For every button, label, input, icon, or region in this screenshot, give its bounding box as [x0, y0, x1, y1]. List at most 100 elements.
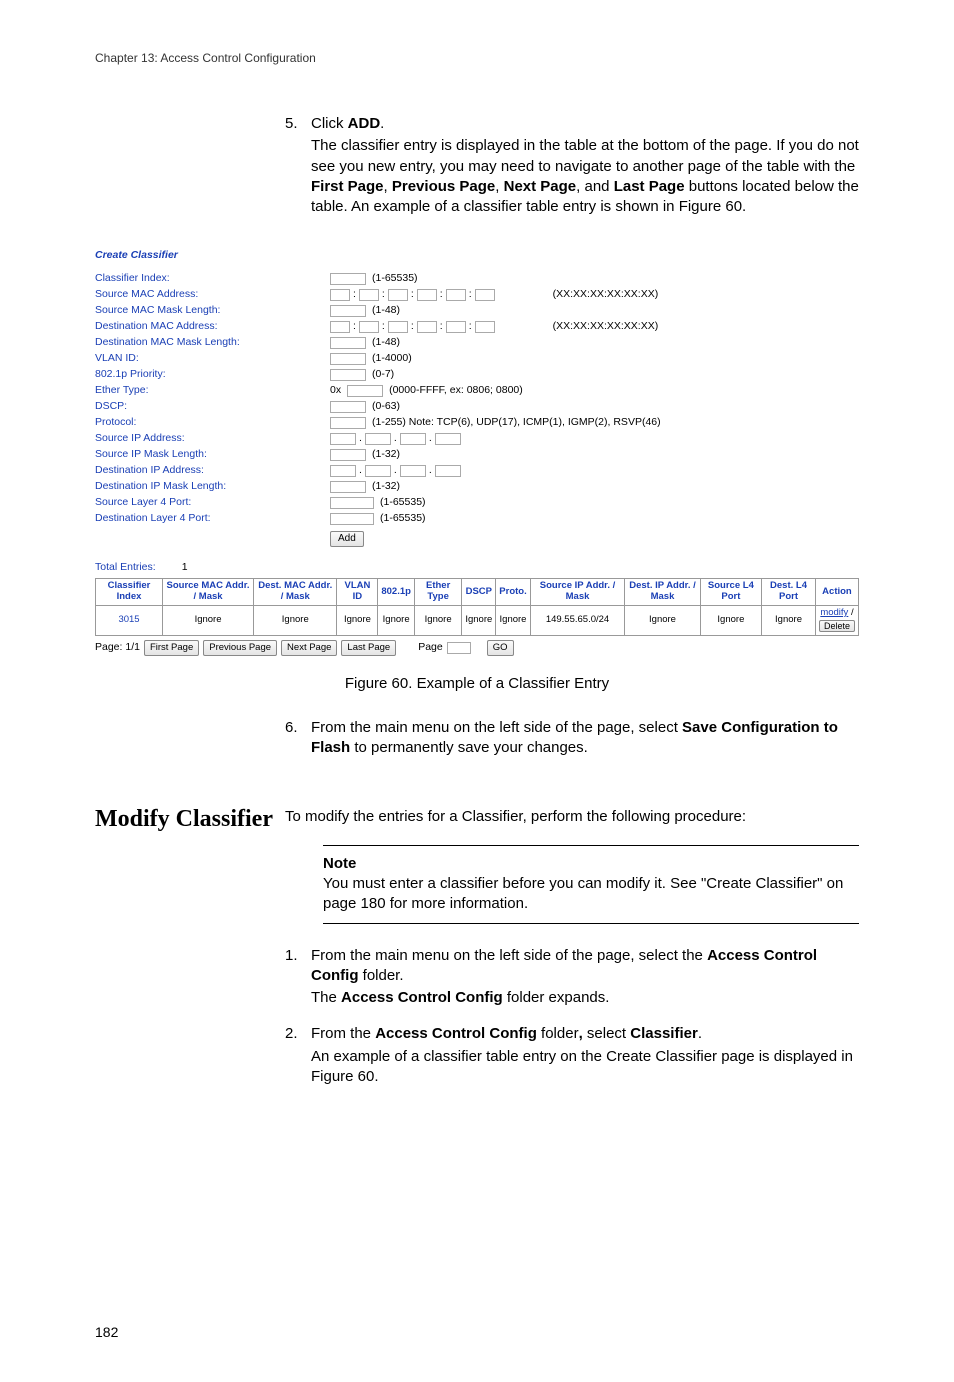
- pager: Page: 1/1 First Page Previous Page Next …: [95, 640, 859, 656]
- input-8021p[interactable]: [330, 369, 366, 381]
- previous-page-button[interactable]: Previous Page: [203, 640, 277, 656]
- input-dip-3[interactable]: [400, 465, 426, 477]
- input-dmac-4[interactable]: [417, 321, 437, 333]
- th-8021p: 802.1p: [378, 579, 415, 606]
- input-dip-mask[interactable]: [330, 481, 366, 493]
- add-bold: ADD: [348, 115, 381, 132]
- label-dip-mask-len: Destination IP Mask Length:: [95, 480, 330, 493]
- input-smac-2[interactable]: [359, 289, 379, 301]
- input-dip-2[interactable]: [365, 465, 391, 477]
- first-page-bold: First Page: [311, 178, 384, 195]
- hint: (1-4000): [372, 352, 412, 365]
- hint: (1-32): [372, 480, 400, 493]
- text: ,: [384, 178, 392, 195]
- hint: (1-65535): [380, 496, 426, 509]
- last-page-bold: Last Page: [614, 178, 685, 195]
- input-dip-1[interactable]: [330, 465, 356, 477]
- label-dest-mac: Destination MAC Address:: [95, 320, 330, 333]
- hint: (XX:XX:XX:XX:XX:XX): [553, 320, 659, 333]
- input-smac-6[interactable]: [475, 289, 495, 301]
- input-dip-4[interactable]: [435, 465, 461, 477]
- th-classifier-index: Classifier Index: [96, 579, 163, 606]
- text: An example of a classifier table entry o…: [311, 1047, 859, 1088]
- input-smac-5[interactable]: [446, 289, 466, 301]
- table-header-row: Classifier Index Source MAC Addr. / Mask…: [96, 579, 859, 606]
- text: to permanently save your changes.: [350, 739, 588, 756]
- hint: (1-255) Note: TCP(6), UDP(17), ICMP(1), …: [372, 416, 661, 429]
- step-number: 6.: [285, 718, 311, 761]
- input-protocol[interactable]: [330, 417, 366, 429]
- hint: (XX:XX:XX:XX:XX:XX): [553, 288, 659, 301]
- label-vlan-id: VLAN ID:: [95, 352, 330, 365]
- input-dmac-1[interactable]: [330, 321, 350, 333]
- step-5: 5. Click ADD. The classifier entry is di…: [285, 114, 859, 219]
- text: The classifier entry is displayed in the…: [311, 137, 859, 174]
- label-dmac-mask-len: Destination MAC Mask Length:: [95, 336, 330, 349]
- colon-sep: :: [410, 288, 415, 301]
- text: .: [698, 1025, 702, 1042]
- input-sl4[interactable]: [330, 497, 374, 509]
- dot-sep: .: [428, 432, 433, 445]
- cell-sip: 149.55.65.0/24: [530, 606, 625, 636]
- label-source-mac: Source MAC Address:: [95, 288, 330, 301]
- label-classifier-index: Classifier Index:: [95, 272, 330, 285]
- cell-dscp: Ignore: [462, 606, 496, 636]
- modify-link[interactable]: modify: [820, 607, 848, 618]
- go-button[interactable]: GO: [487, 640, 514, 656]
- classifier-table: Classifier Index Source MAC Addr. / Mask…: [95, 578, 859, 636]
- step-number: 1.: [285, 946, 311, 1011]
- input-sip-3[interactable]: [400, 433, 426, 445]
- dot-sep: .: [393, 464, 398, 477]
- input-classifier-index[interactable]: [330, 273, 366, 285]
- colon-sep: :: [352, 320, 357, 333]
- input-sip-1[interactable]: [330, 433, 356, 445]
- cell-dip: Ignore: [625, 606, 700, 636]
- text: select: [583, 1025, 631, 1042]
- input-dmac-3[interactable]: [388, 321, 408, 333]
- cell-dl4: Ignore: [762, 606, 816, 636]
- input-ether-type[interactable]: [347, 385, 383, 397]
- input-dmac-mask[interactable]: [330, 337, 366, 349]
- cell-etype: Ignore: [414, 606, 461, 636]
- text: Click: [311, 115, 348, 132]
- input-dmac-2[interactable]: [359, 321, 379, 333]
- colon-sep: :: [381, 288, 386, 301]
- next-page-button[interactable]: Next Page: [281, 640, 337, 656]
- page-input[interactable]: [447, 642, 471, 654]
- th-dest-ip: Dest. IP Addr. / Mask: [625, 579, 700, 606]
- label-ether-type: Ether Type:: [95, 384, 330, 397]
- input-dl4[interactable]: [330, 513, 374, 525]
- input-dmac-5[interactable]: [446, 321, 466, 333]
- delete-button[interactable]: Delete: [819, 620, 855, 632]
- access-control-config-bold: Access Control Config: [375, 1025, 537, 1042]
- th-source-ip: Source IP Addr. / Mask: [530, 579, 625, 606]
- input-smac-1[interactable]: [330, 289, 350, 301]
- input-smac-4[interactable]: [417, 289, 437, 301]
- th-vlan-id: VLAN ID: [337, 579, 378, 606]
- modify-step-1: 1. From the main menu on the left side o…: [285, 946, 859, 1011]
- input-dscp[interactable]: [330, 401, 366, 413]
- last-page-button[interactable]: Last Page: [341, 640, 396, 656]
- input-dmac-6[interactable]: [475, 321, 495, 333]
- input-sip-4[interactable]: [435, 433, 461, 445]
- page-indicator: Page: 1/1: [95, 641, 140, 654]
- dot-sep: .: [428, 464, 433, 477]
- cell-vlan: Ignore: [337, 606, 378, 636]
- input-sip-2[interactable]: [365, 433, 391, 445]
- label-source-ip: Source IP Address:: [95, 432, 330, 445]
- hint: (0000-FFFF, ex: 0806; 0800): [389, 384, 523, 397]
- input-smac-mask[interactable]: [330, 305, 366, 317]
- create-classifier-title: Create Classifier: [95, 249, 859, 262]
- colon-sep: :: [439, 288, 444, 301]
- cell-smac: Ignore: [163, 606, 254, 636]
- input-sip-mask[interactable]: [330, 449, 366, 461]
- th-dest-mac: Dest. MAC Addr. / Mask: [254, 579, 337, 606]
- hint: (0-7): [372, 368, 394, 381]
- input-smac-3[interactable]: [388, 289, 408, 301]
- add-button[interactable]: Add: [330, 531, 364, 548]
- input-vlan[interactable]: [330, 353, 366, 365]
- first-page-button[interactable]: First Page: [144, 640, 199, 656]
- total-entries-count: 1: [182, 561, 188, 573]
- th-proto: Proto.: [496, 579, 530, 606]
- modify-step-2: 2. From the Access Control Config folder…: [285, 1024, 859, 1089]
